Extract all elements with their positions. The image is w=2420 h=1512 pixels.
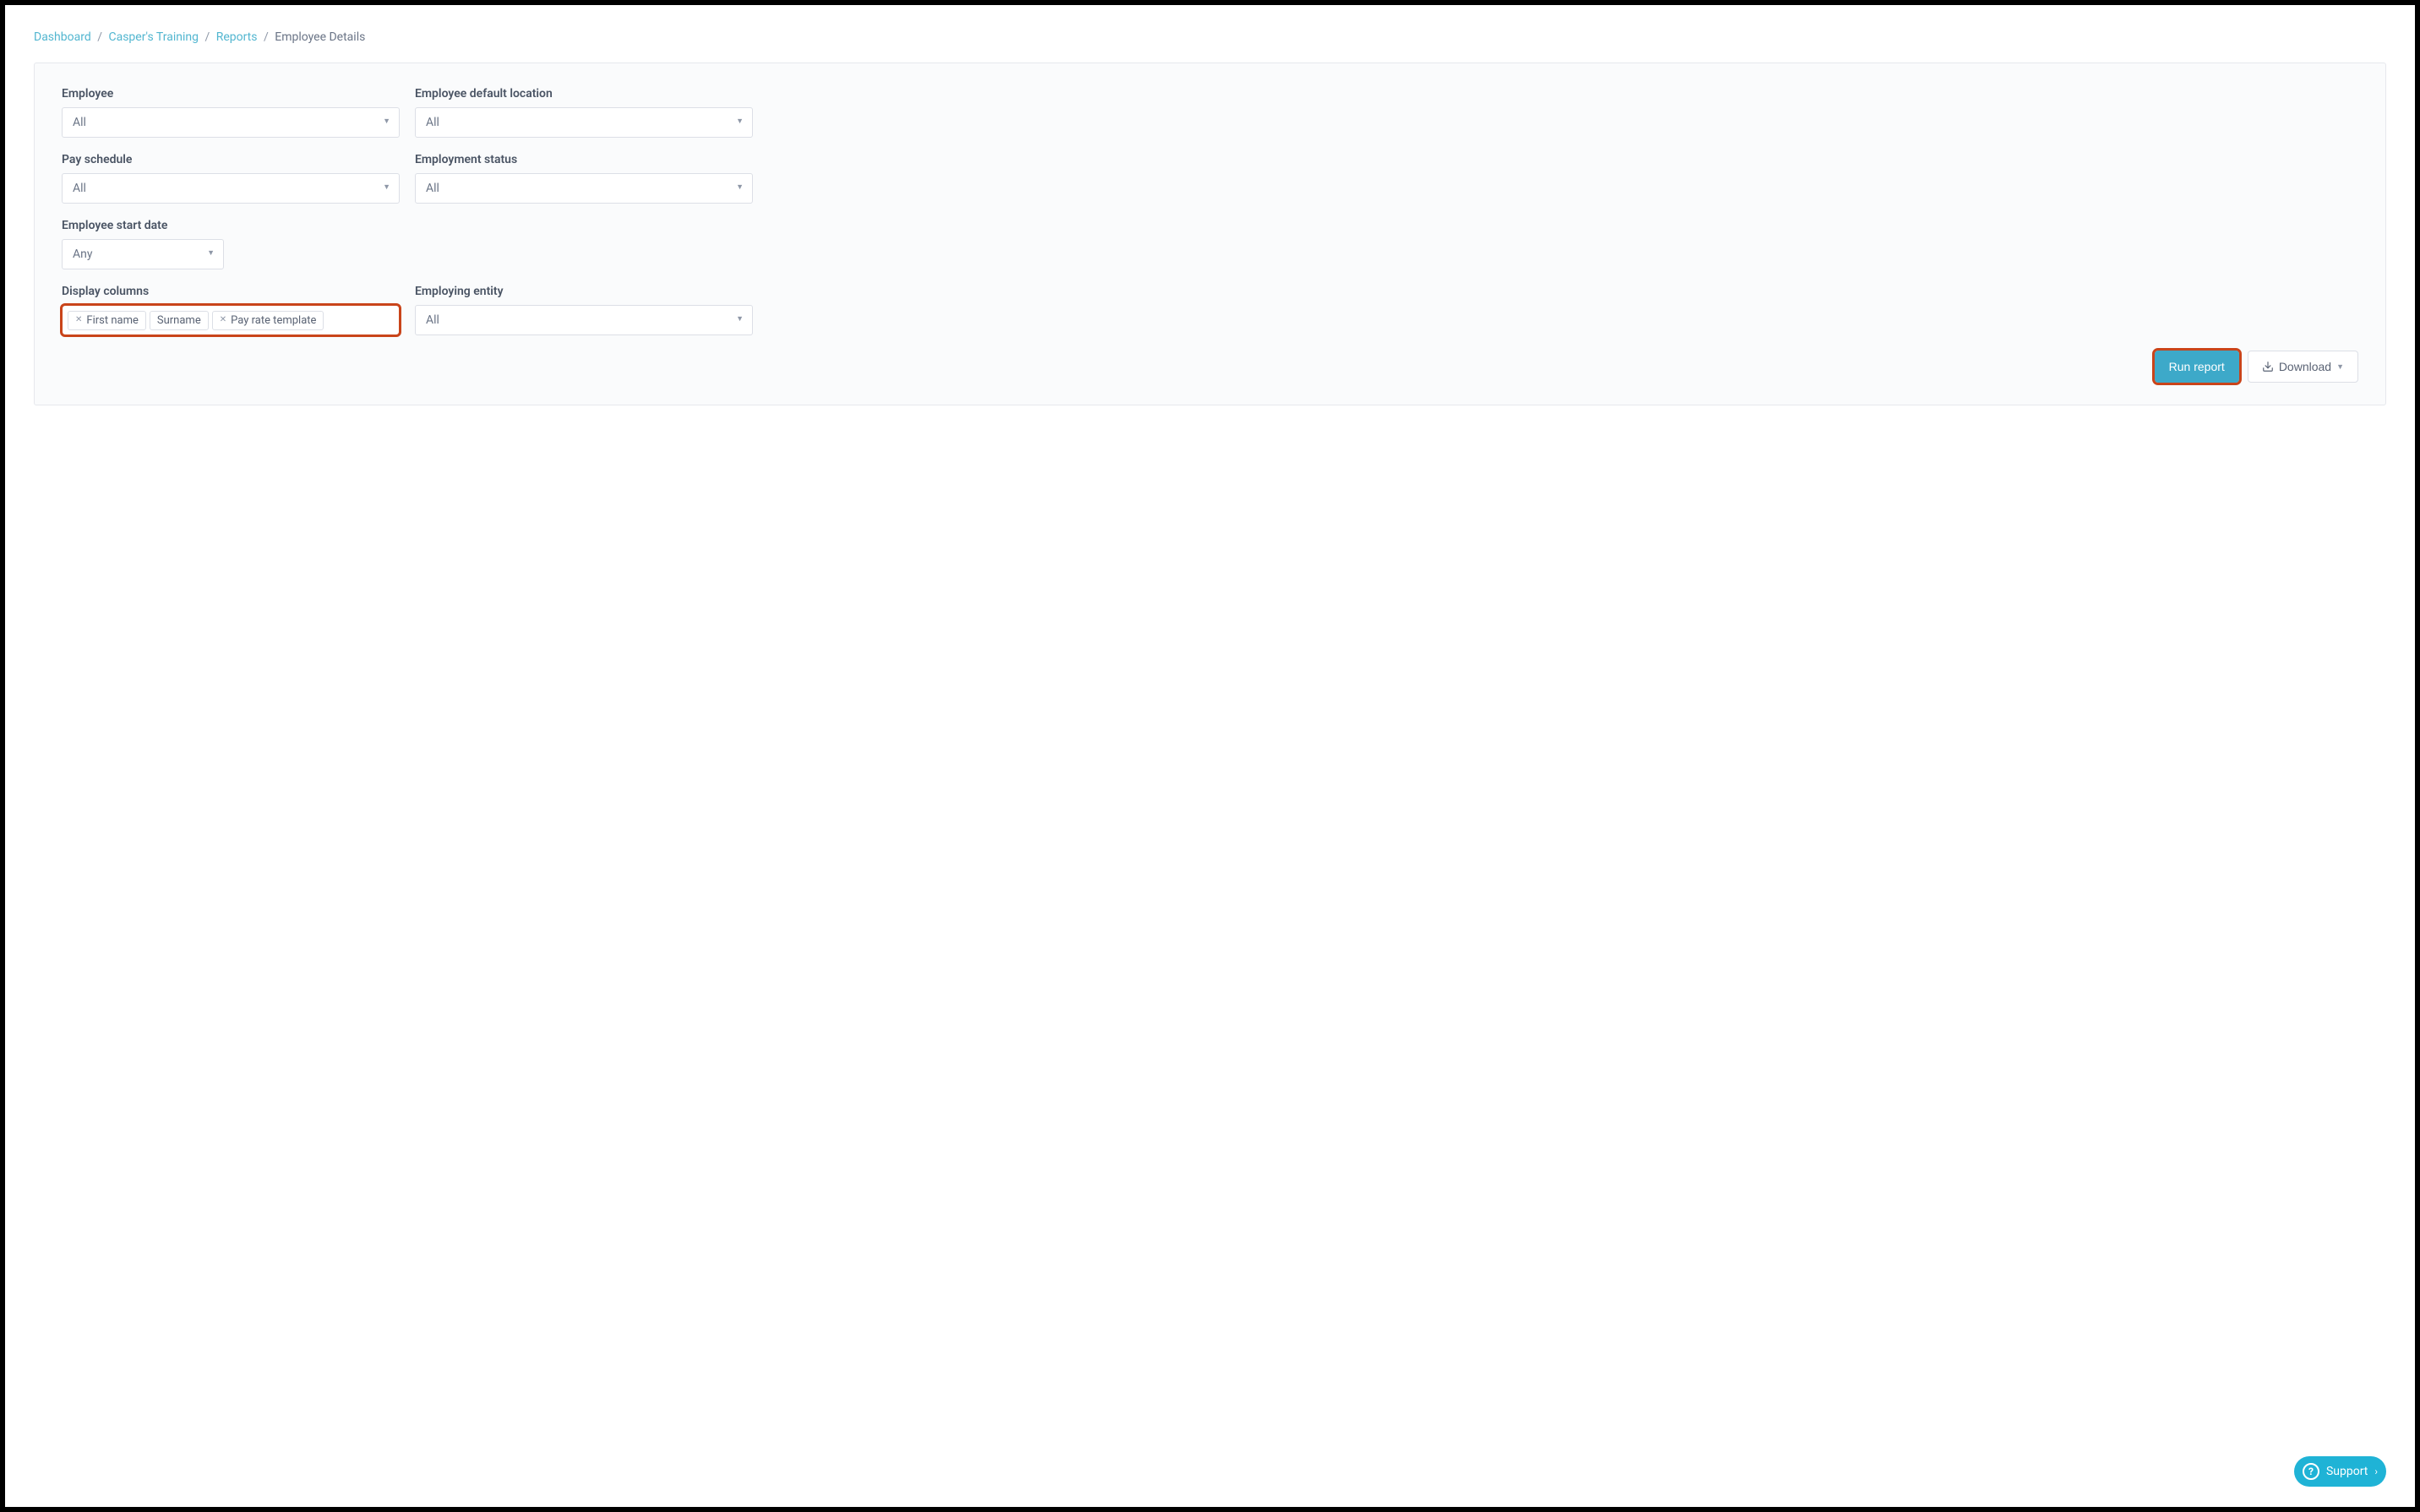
start-date-select[interactable]: Any ▼ xyxy=(62,239,224,269)
breadcrumb-link-training[interactable]: Casper's Training xyxy=(108,30,198,44)
chevron-down-icon: ▼ xyxy=(207,248,215,258)
start-date-label: Employee start date xyxy=(62,219,224,232)
column-tag-first-name[interactable]: ✕ First name xyxy=(68,311,146,330)
default-location-select[interactable]: All ▼ xyxy=(415,107,753,138)
employee-select[interactable]: All ▼ xyxy=(62,107,400,138)
remove-icon[interactable]: ✕ xyxy=(75,316,82,324)
display-columns-input[interactable]: ✕ First name Surname ✕ Pay rate template xyxy=(62,305,400,335)
employee-label: Employee xyxy=(62,87,400,101)
chevron-down-icon: ▼ xyxy=(736,314,744,324)
employing-entity-label: Employing entity xyxy=(415,285,753,298)
chevron-down-icon: ▼ xyxy=(736,117,744,126)
employing-entity-select[interactable]: All ▼ xyxy=(415,305,753,335)
breadcrumb-separator: / xyxy=(97,30,102,44)
breadcrumb-link-dashboard[interactable]: Dashboard xyxy=(34,30,91,44)
chevron-down-icon: ▼ xyxy=(736,182,744,192)
display-columns-label: Display columns xyxy=(62,285,400,298)
default-location-select-value: All xyxy=(426,116,439,129)
help-icon: ? xyxy=(2303,1463,2319,1480)
download-button[interactable]: Download ▼ xyxy=(2248,351,2358,383)
remove-icon[interactable]: ✕ xyxy=(220,316,226,324)
pay-schedule-select-value: All xyxy=(73,182,86,195)
column-tag-pay-rate-template[interactable]: ✕ Pay rate template xyxy=(212,311,324,330)
pay-schedule-select[interactable]: All ▼ xyxy=(62,173,400,204)
chevron-right-icon: › xyxy=(2374,1466,2378,1477)
column-tag-label: Pay rate template xyxy=(231,314,316,327)
breadcrumb-link-reports[interactable]: Reports xyxy=(216,30,258,44)
employing-entity-select-value: All xyxy=(426,313,439,327)
start-date-select-value: Any xyxy=(73,247,93,261)
report-filters-panel: Employee All ▼ Employee default location… xyxy=(34,63,2386,405)
actions-row: Run report Download ▼ xyxy=(62,351,2358,383)
run-report-button[interactable]: Run report xyxy=(2155,351,2239,383)
support-widget[interactable]: ? Support › xyxy=(2294,1456,2386,1487)
employment-status-label: Employment status xyxy=(415,153,753,166)
breadcrumb-separator: / xyxy=(204,30,210,44)
column-tag-label: First name xyxy=(86,314,138,327)
column-tag-surname[interactable]: Surname xyxy=(150,311,209,330)
breadcrumb-current: Employee Details xyxy=(275,30,365,44)
support-label: Support xyxy=(2326,1465,2368,1478)
default-location-label: Employee default location xyxy=(415,87,753,101)
employment-status-select-value: All xyxy=(426,182,439,195)
chevron-down-icon: ▼ xyxy=(383,182,390,192)
employee-select-value: All xyxy=(73,116,86,129)
pay-schedule-label: Pay schedule xyxy=(62,153,400,166)
chevron-down-icon: ▼ xyxy=(2336,362,2344,371)
chevron-down-icon: ▼ xyxy=(383,117,390,126)
breadcrumb-separator: / xyxy=(264,30,269,44)
download-icon xyxy=(2262,361,2274,373)
employment-status-select[interactable]: All ▼ xyxy=(415,173,753,204)
breadcrumb: Dashboard / Casper's Training / Reports … xyxy=(34,30,2386,44)
column-tag-label: Surname xyxy=(157,314,201,327)
download-button-label: Download xyxy=(2279,360,2331,373)
